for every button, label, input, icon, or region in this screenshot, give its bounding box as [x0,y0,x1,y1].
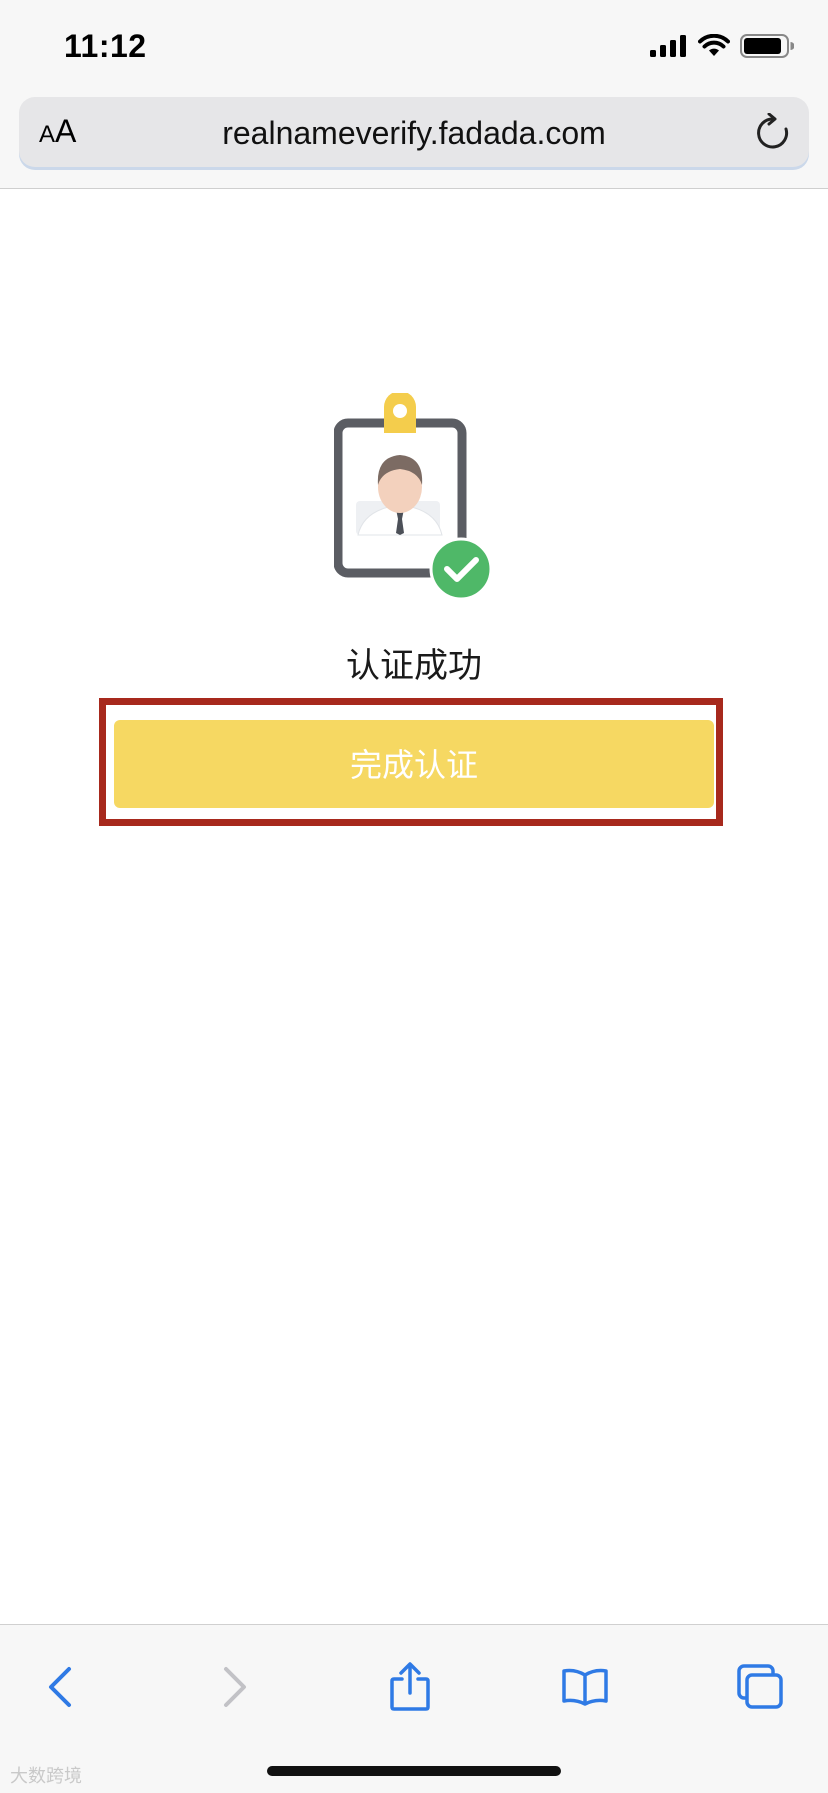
complete-verification-button[interactable]: 完成认证 [114,720,714,808]
id-badge-check-icon [334,393,493,601]
battery-icon [740,34,794,58]
watermark: 大数跨境 [10,1766,82,1786]
status-icons [650,34,794,58]
bookmarks-button[interactable] [555,1657,615,1717]
success-message: 认证成功 [346,647,482,685]
home-indicator [267,1766,561,1776]
address-bar[interactable]: AA realnameverify.fadada.com [19,97,809,167]
back-icon [49,1667,71,1707]
share-button[interactable] [380,1657,440,1717]
tabs-icon [737,1664,783,1709]
bookmarks-icon [562,1668,608,1706]
share-icon [390,1662,430,1711]
back-button[interactable] [30,1657,90,1717]
status-time: 11:12 [64,28,147,64]
url-text[interactable]: realnameverify.fadada.com [19,115,809,151]
wifi-icon [698,34,730,56]
reload-icon[interactable] [755,113,791,151]
signal-icon [650,35,686,57]
forward-icon [224,1667,246,1707]
forward-button[interactable] [205,1657,265,1717]
status-bar: 11:12 [0,0,828,94]
address-bar-area: AA realnameverify.fadada.com [0,94,828,189]
tabs-button[interactable] [730,1657,790,1717]
